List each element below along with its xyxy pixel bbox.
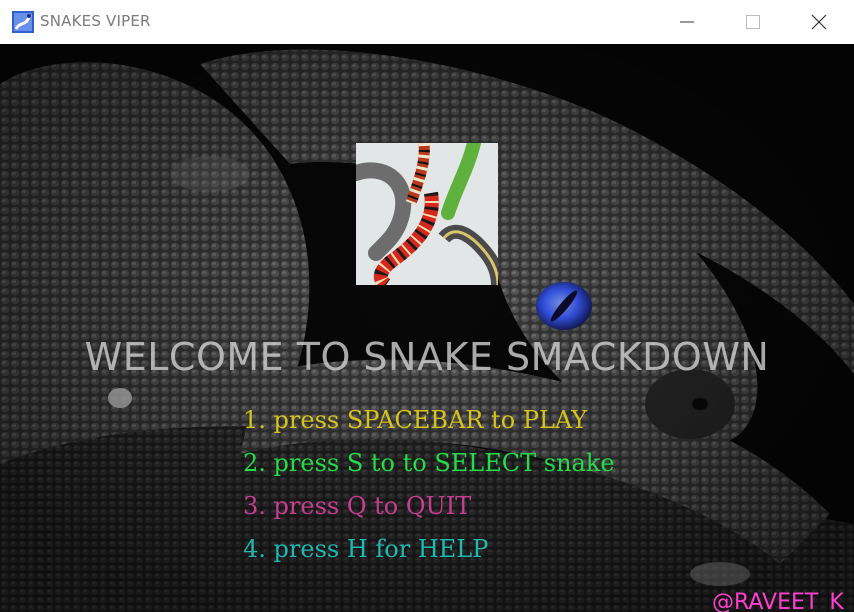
close-icon (811, 14, 827, 30)
window-title: SNAKES VIPER (40, 12, 151, 30)
title-bar[interactable]: SNAKES VIPER (0, 0, 854, 44)
menu-item-quit: 3. press Q to QUIT (243, 492, 472, 520)
snake-app-icon (12, 11, 34, 33)
menu-item-select-snake: 2. press S to to SELECT snake (243, 449, 615, 477)
menu-item-play: 1. press SPACEBAR to PLAY (243, 406, 588, 434)
snakes-collage-image (356, 143, 498, 285)
maximize-icon (746, 15, 760, 29)
main-menu: 1. press SPACEBAR to PLAY 2. press S to … (243, 399, 615, 571)
close-button[interactable] (787, 0, 853, 44)
author-credit: @RAVEET_K (712, 590, 844, 612)
welcome-headline: WELCOME TO SNAKE SMACKDOWN (84, 335, 770, 379)
maximize-button[interactable] (721, 0, 787, 44)
game-window[interactable]: WELCOME TO SNAKE SMACKDOWN 1. press SPAC… (0, 44, 854, 612)
menu-item-help: 4. press H for HELP (243, 535, 489, 563)
minimize-icon (680, 21, 694, 23)
minimize-button[interactable] (655, 0, 721, 44)
snake-select-thumbnail (356, 143, 498, 285)
